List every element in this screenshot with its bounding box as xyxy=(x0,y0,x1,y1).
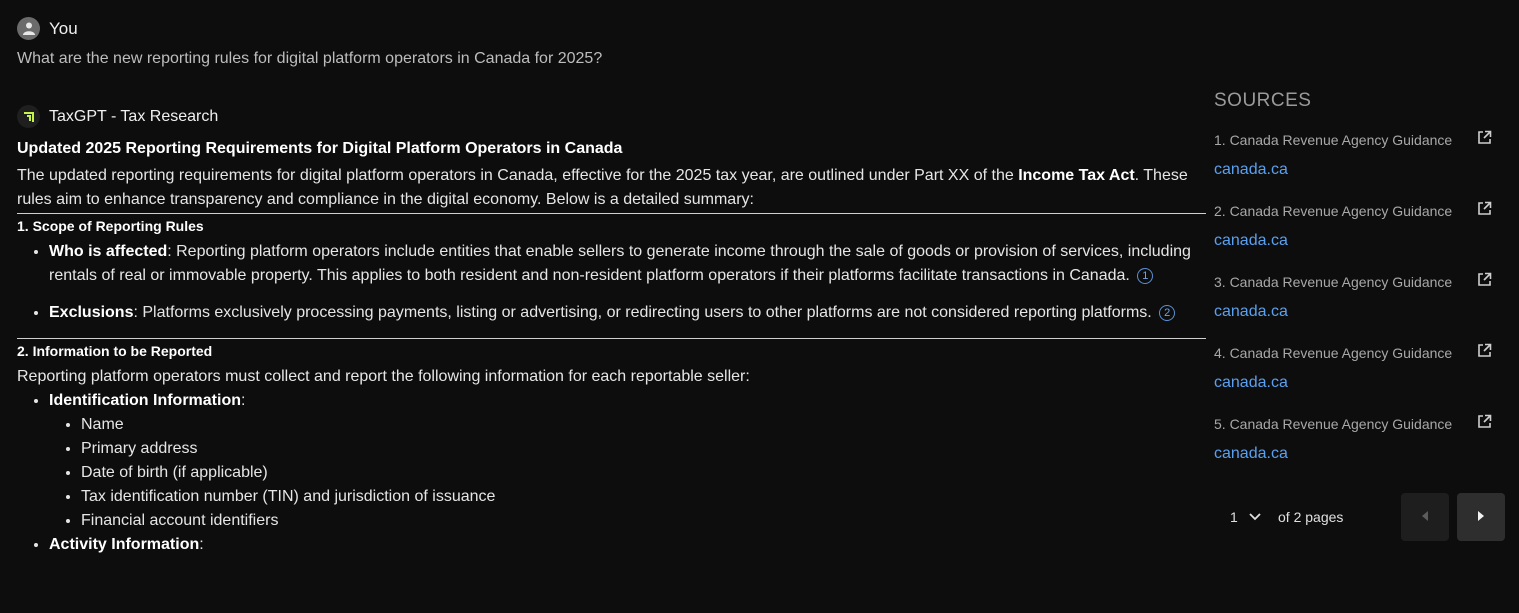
section-1-list: Who is affected: Reporting platform oper… xyxy=(17,240,1206,325)
user-question: What are the new reporting rules for dig… xyxy=(17,50,603,67)
list-item: Activity Information: xyxy=(49,533,1206,557)
source-link[interactable]: canada.ca xyxy=(1214,374,1504,392)
list-item: Who is affected: Reporting platform oper… xyxy=(49,240,1206,288)
source-link[interactable]: canada.ca xyxy=(1214,161,1504,179)
list-item: Financial account identifiers xyxy=(81,509,1206,533)
caret-left-icon xyxy=(1421,508,1429,526)
bot-answer: Updated 2025 Reporting Requirements for … xyxy=(17,138,1206,557)
source-item: 3. Canada Revenue Agency Guidance canada… xyxy=(1214,272,1504,321)
taxgpt-logo-icon xyxy=(17,105,40,128)
bot-name: TaxGPT - Tax Research xyxy=(49,107,219,125)
list-item: Tax identification number (TIN) and juri… xyxy=(81,485,1206,509)
source-item: 1. Canada Revenue Agency Guidance canada… xyxy=(1214,130,1504,179)
answer-heading: Updated 2025 Reporting Requirements for … xyxy=(17,140,623,157)
page-count: of 2 pages xyxy=(1278,509,1344,525)
source-item: 2. Canada Revenue Agency Guidance canada… xyxy=(1214,201,1504,250)
source-link[interactable]: canada.ca xyxy=(1214,232,1504,250)
source-title: 2. Canada Revenue Agency Guidance xyxy=(1214,203,1453,219)
list-item: Date of birth (if applicable) xyxy=(81,461,1206,485)
citation-1-button[interactable]: 1 xyxy=(1137,267,1154,284)
section-2-intro: Reporting platform operators must collec… xyxy=(17,368,750,385)
list-item: Identification Information: Name Primary… xyxy=(49,389,1206,533)
caret-right-icon xyxy=(1477,508,1485,526)
source-title: 1. Canada Revenue Agency Guidance xyxy=(1214,132,1453,148)
external-link-icon[interactable] xyxy=(1477,272,1492,292)
source-title: 3. Canada Revenue Agency Guidance xyxy=(1214,274,1453,290)
sources-panel: SOURCES 1. Canada Revenue Agency Guidanc… xyxy=(1214,90,1504,485)
chevron-down-icon[interactable] xyxy=(1248,509,1262,528)
list-item: Primary address xyxy=(81,437,1206,461)
bot-message-header: TaxGPT - Tax Research xyxy=(17,105,218,128)
user-name: You xyxy=(49,18,78,38)
list-item: Name xyxy=(81,413,1206,437)
source-link[interactable]: canada.ca xyxy=(1214,303,1504,321)
identification-list: Name Primary address Date of birth (if a… xyxy=(49,413,1206,533)
sources-pagination: 1 of 2 pages xyxy=(1214,493,1505,541)
external-link-icon[interactable] xyxy=(1477,201,1492,221)
source-title: 5. Canada Revenue Agency Guidance xyxy=(1214,416,1453,432)
page-select[interactable]: 1 xyxy=(1230,509,1238,525)
user-icon xyxy=(17,17,40,40)
external-link-icon[interactable] xyxy=(1477,130,1492,150)
section-1-title: 1. Scope of Reporting Rules xyxy=(17,213,1206,236)
answer-intro: The updated reporting requirements for d… xyxy=(17,167,1188,208)
user-message-header: You xyxy=(17,17,78,40)
source-link[interactable]: canada.ca xyxy=(1214,445,1504,463)
prev-page-button[interactable] xyxy=(1401,493,1449,541)
citation-2-button[interactable]: 2 xyxy=(1159,304,1176,321)
next-page-button[interactable] xyxy=(1457,493,1505,541)
list-item: Exclusions: Platforms exclusively proces… xyxy=(49,301,1206,325)
external-link-icon[interactable] xyxy=(1477,343,1492,363)
source-item: 4. Canada Revenue Agency Guidance canada… xyxy=(1214,343,1504,392)
section-2-title: 2. Information to be Reported xyxy=(17,338,1206,361)
source-item: 5. Canada Revenue Agency Guidance canada… xyxy=(1214,414,1504,463)
external-link-icon[interactable] xyxy=(1477,414,1492,434)
section-2-list: Identification Information: Name Primary… xyxy=(17,389,1206,557)
source-title: 4. Canada Revenue Agency Guidance xyxy=(1214,345,1453,361)
sources-title: SOURCES xyxy=(1214,90,1312,111)
